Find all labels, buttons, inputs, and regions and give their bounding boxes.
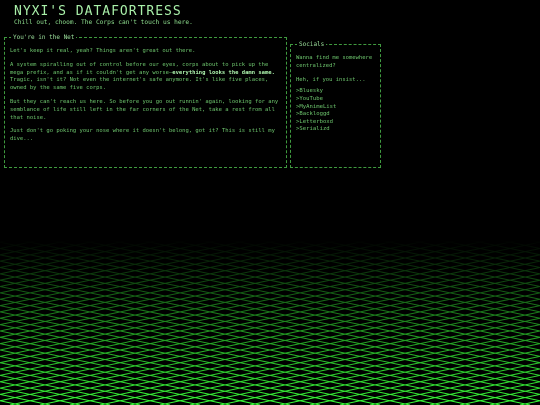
intro-panel-legend: You're in the Net bbox=[11, 33, 77, 42]
intro-paragraph-4: Just don't go poking your nose where it … bbox=[10, 128, 275, 143]
social-link-backloggd[interactable]: >Backloggd bbox=[296, 111, 374, 119]
neon-grid-floor bbox=[0, 240, 540, 405]
social-link-letterboxd[interactable]: >Letterboxd bbox=[296, 119, 374, 127]
social-link-serializd[interactable]: >Serializd bbox=[296, 126, 374, 134]
socials-panel: Socials Wanna find me somewhere centrali… bbox=[290, 40, 381, 168]
site-title: NYXI'S DATAFORTRESS bbox=[14, 4, 182, 19]
socials-intro: Wanna find me somewhere centralized? bbox=[296, 55, 373, 69]
intro-paragraph-2-tail: Tragic, isn't it? Not even the internet'… bbox=[10, 77, 269, 92]
site-tagline: Chill out, choom. The Corps can't touch … bbox=[14, 19, 193, 26]
intro-emphasis: everything looks the damn same. bbox=[172, 69, 275, 76]
social-link-bluesky[interactable]: >Bluesky bbox=[296, 88, 374, 96]
socials-link-list: >Bluesky >YouTube >MyAnimeList >Backlogg… bbox=[296, 88, 374, 134]
social-link-youtube[interactable]: >YouTube bbox=[296, 96, 374, 104]
socials-panel-legend: Socials bbox=[297, 40, 327, 49]
intro-paragraph-3: But they can't reach us here. So before … bbox=[10, 98, 279, 121]
social-link-myanimelist[interactable]: >MyAnimeList bbox=[296, 104, 374, 112]
intro-paragraph-1: Let's keep it real, yeah? Things aren't … bbox=[10, 48, 196, 54]
intro-paragraph-2: A system spiralling out of control befor… bbox=[10, 62, 280, 93]
socials-insist: Heh, if you insist... bbox=[296, 76, 366, 83]
intro-panel: You're in the Net Let's keep it real, ye… bbox=[4, 33, 287, 168]
